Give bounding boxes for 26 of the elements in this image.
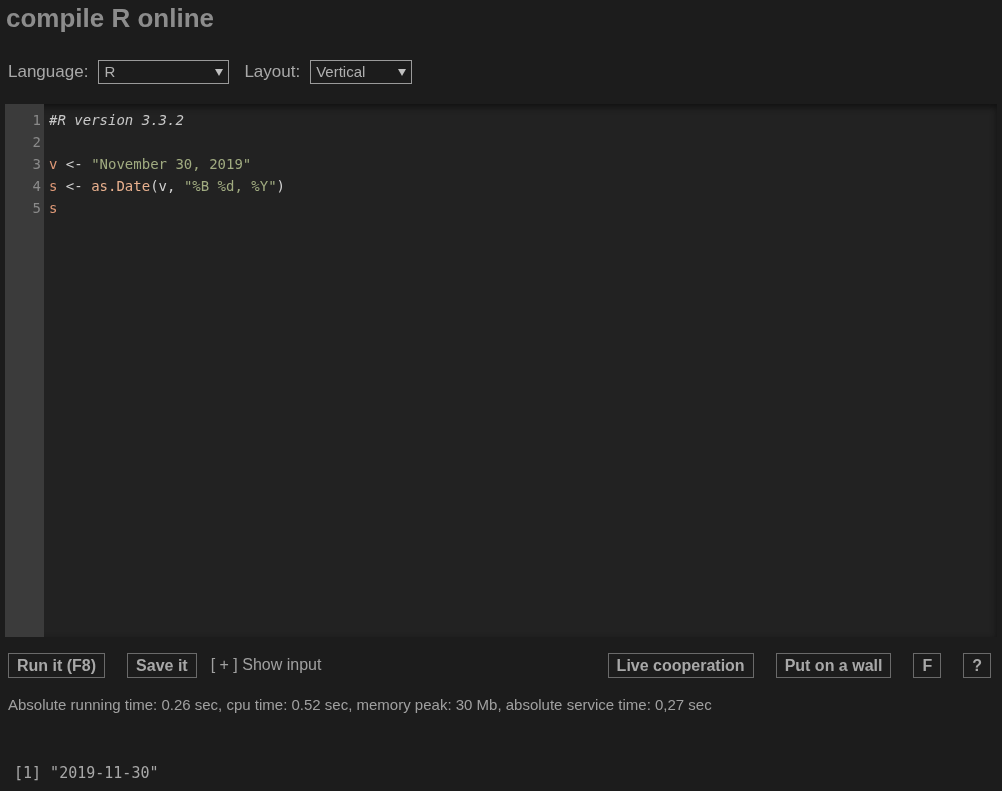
run-stats: Absolute running time: 0.26 sec, cpu time: 0.52 sec, memory peak: 30 Mb, absolute service time: 0,27 sec bbox=[8, 696, 712, 713]
control-label: Layout: bbox=[244, 61, 301, 84]
code-line: s bbox=[49, 199, 58, 218]
line-number: 5 bbox=[32, 199, 41, 218]
caret-icon bbox=[215, 68, 224, 76]
show-input-link[interactable]: [ + ] Show input bbox=[210, 653, 322, 677]
action-button[interactable]: F bbox=[913, 652, 942, 678]
action-button[interactable]: Run it (F8) bbox=[8, 652, 106, 678]
code-line: v <- "November 30, 2019" bbox=[49, 155, 252, 174]
line-number: 4 bbox=[32, 177, 41, 196]
action-button[interactable]: Live cooperation bbox=[607, 652, 754, 678]
code-line: #R version 3.3.2 bbox=[49, 111, 184, 130]
dropdown-select[interactable]: Vertical bbox=[310, 60, 413, 84]
code-editor[interactable]: 1 2 3 4 5 #R version 3.3.2 v <- "November 30, 2019" s <- as.Date(v, "%B %d, %Y") s bbox=[5, 104, 997, 637]
action-button[interactable]: Put on a wall bbox=[775, 652, 892, 678]
line-number: 2 bbox=[32, 133, 41, 152]
program-output: [1] "2019-11-30" bbox=[14, 764, 159, 782]
action-button[interactable]: ? bbox=[963, 652, 991, 678]
code-line: s <- as.Date(v, "%B %d, %Y") bbox=[49, 177, 286, 196]
control-label: Language: bbox=[8, 61, 89, 84]
action-button[interactable]: Save it bbox=[127, 652, 197, 678]
caret-icon bbox=[398, 68, 407, 76]
line-number: 1 bbox=[32, 111, 41, 130]
page-title: compile R online bbox=[6, 3, 215, 33]
line-number: 3 bbox=[32, 155, 41, 174]
dropdown-select[interactable]: R bbox=[98, 60, 230, 84]
